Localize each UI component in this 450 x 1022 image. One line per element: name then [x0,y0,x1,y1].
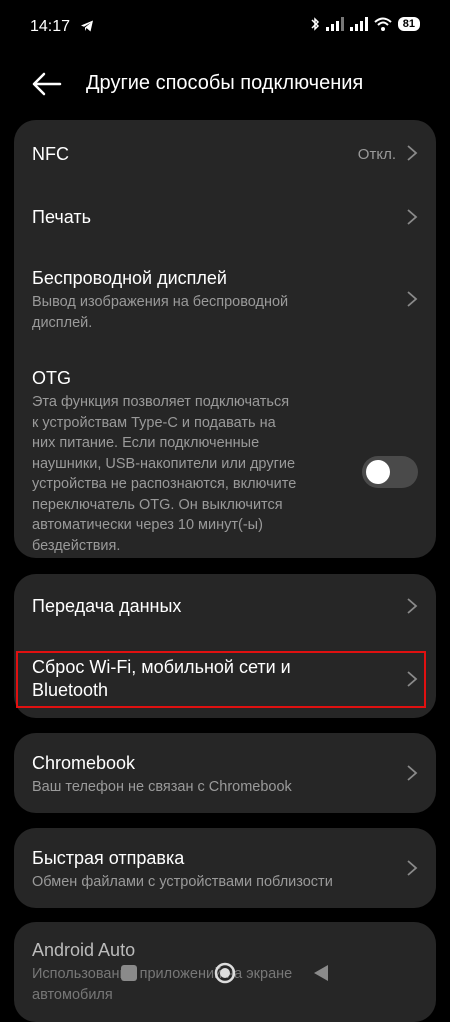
chromebook-subtitle: Ваш телефон не связан с Chromebook [32,779,292,795]
wireless-display-title: Беспроводной дисплей [32,268,227,288]
data-transfer-item[interactable]: Передача данных [14,574,436,638]
quick-share-title: Быстрая отправка [32,848,185,868]
signal-icon [349,17,368,31]
subtitle-line: дисплей. [32,314,93,331]
nfc-item[interactable]: NFC Откл. [14,120,436,186]
toggle-knob [366,460,390,484]
data-transfer-title: Передача данных [32,596,182,616]
chromebook-item[interactable]: Chromebook Ваш телефон не связан с Chrom… [14,733,436,813]
subtitle-line: Эта функция позволяет подключаться [32,394,290,410]
print-title: Печать [32,207,91,227]
subtitle-line: наушники, USB-накопители или другие [32,455,296,472]
otg-toggle[interactable] [362,456,418,488]
settings-group-connectivity: NFC Откл. Печать Беспроводной дисплей Вы… [14,120,436,558]
subtitle-line: Вывод изображения на беспроводной [32,294,289,310]
subtitle-line: автоматически через 10 минут(-ы) [32,517,263,533]
back-icon[interactable] [312,964,330,982]
recents-icon[interactable] [120,964,138,982]
chromebook-title: Chromebook [32,753,136,773]
otg-item[interactable]: OTG Эта функция позволяет подключаться к… [14,348,436,558]
clock: 14:17 [30,18,71,35]
chevron-right-icon [407,145,418,161]
battery-icon: 81 [397,17,420,31]
otg-title: OTG [32,368,71,388]
signal-icon [325,17,344,31]
chevron-right-icon [407,291,418,307]
subtitle-line: переключатель OTG. Он выключится [32,496,283,513]
subtitle-line: бездействия. [32,537,121,554]
otg-description: Эта функция позволяет подключаться к уст… [32,392,296,556]
nfc-status: Откл. [357,146,396,163]
page-title: Другие способы подключения [86,72,364,94]
subtitle-line: них питание. Если подключенные [32,435,260,451]
chevron-right-icon [407,860,418,876]
status-icons: 81 [310,16,420,32]
subtitle-line: к устройствам Type-C и подавать на [32,414,276,431]
settings-group-chromebook: Chromebook Ваш телефон не связан с Chrom… [14,733,436,813]
status-bar: 14:17 81 [0,0,450,56]
chevron-right-icon [407,765,418,781]
nfc-title: NFC [32,144,69,164]
selection-highlight [16,651,426,708]
wireless-display-subtitle: Вывод изображения на беспроводной диспле… [32,292,288,333]
wireless-display-item[interactable]: Беспроводной дисплей Вывод изображения н… [14,248,436,348]
subtitle-line: устройства не распознаются, включите [32,476,297,492]
settings-group-quick-share: Быстрая отправка Обмен файлами с устройс… [14,828,436,908]
app-header: Другие способы подключения [0,56,450,112]
arrow-left-icon[interactable] [30,70,62,98]
system-nav-bar [0,940,450,1001]
quick-share-subtitle: Обмен файлами с устройствами поблизости [32,874,333,890]
telegram-icon [81,20,93,32]
print-item[interactable]: Печать [14,186,436,248]
chevron-right-icon [407,598,418,614]
quick-share-item[interactable]: Быстрая отправка Обмен файлами с устройс… [14,828,436,908]
chevron-right-icon [407,209,418,225]
home-icon[interactable] [214,962,236,984]
wifi-icon [374,17,392,31]
bluetooth-icon [311,17,319,31]
